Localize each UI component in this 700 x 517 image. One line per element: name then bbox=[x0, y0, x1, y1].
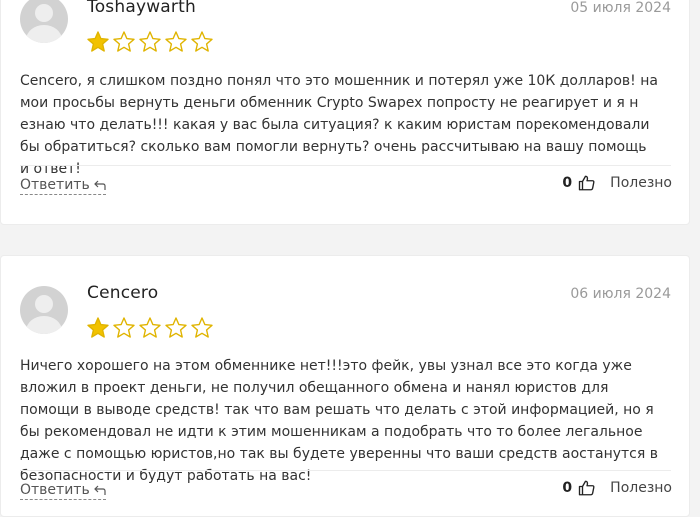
review-text: Cencero, я слишком поздно понял что это … bbox=[20, 73, 658, 177]
like-count: 0 bbox=[562, 175, 573, 191]
review-author: Cencero bbox=[87, 283, 159, 303]
reply-label: Ответить bbox=[20, 482, 90, 498]
star-icon bbox=[87, 317, 109, 338]
star-icon bbox=[139, 317, 161, 338]
user-avatar-icon bbox=[20, 0, 68, 43]
star-icon bbox=[191, 317, 213, 338]
star-icon bbox=[165, 31, 187, 52]
thumbs-up-icon[interactable] bbox=[578, 174, 596, 192]
rating-stars bbox=[86, 30, 214, 54]
divider bbox=[20, 165, 671, 166]
like-controls: 0 Полезно bbox=[562, 479, 672, 497]
useful-button[interactable]: Полезно bbox=[610, 175, 672, 191]
useful-button[interactable]: Полезно bbox=[610, 480, 672, 496]
review-card: Toshaywarth 05 июля 2024 Cencero, я слиш… bbox=[0, 0, 690, 225]
review-text: Ничего хорошего на этом обменнике нет!!!… bbox=[20, 358, 658, 484]
divider bbox=[20, 470, 671, 471]
star-icon bbox=[165, 317, 187, 338]
star-icon bbox=[139, 31, 161, 52]
review-date: 06 июля 2024 bbox=[570, 286, 671, 302]
like-count: 0 bbox=[562, 480, 573, 496]
rating-stars bbox=[86, 316, 214, 340]
star-icon bbox=[113, 31, 135, 52]
user-avatar-icon bbox=[20, 286, 68, 334]
reply-button[interactable]: Ответить bbox=[20, 177, 106, 195]
review-author: Toshaywarth bbox=[87, 0, 196, 17]
like-controls: 0 Полезно bbox=[562, 174, 672, 192]
thumbs-up-icon[interactable] bbox=[578, 479, 596, 497]
reply-label: Ответить bbox=[20, 177, 90, 193]
reply-arrow-icon bbox=[93, 180, 106, 190]
review-date: 05 июля 2024 bbox=[570, 0, 671, 16]
star-icon bbox=[87, 31, 109, 52]
star-icon bbox=[191, 31, 213, 52]
review-card: Cencero 06 июля 2024 Ничего хорошего на … bbox=[0, 255, 690, 517]
reply-button[interactable]: Ответить bbox=[20, 482, 106, 500]
reply-arrow-icon bbox=[93, 485, 106, 495]
star-icon bbox=[113, 317, 135, 338]
